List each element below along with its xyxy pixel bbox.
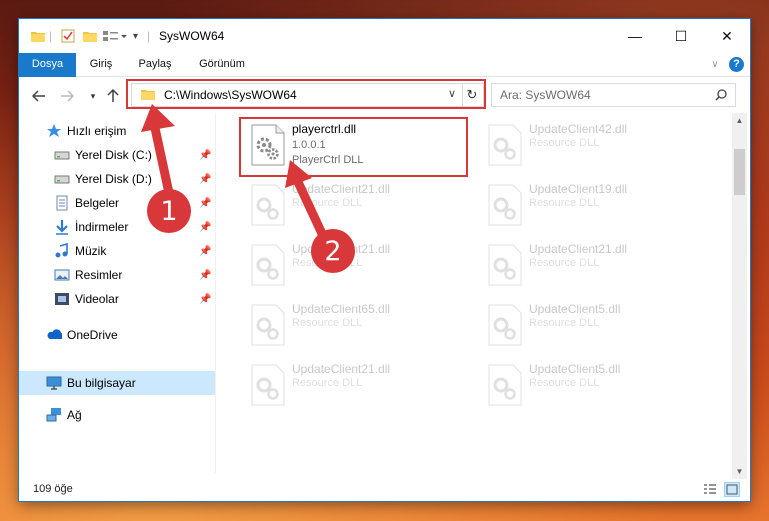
arrow-step-1-head [141, 104, 175, 132]
step-1-badge: 1 [147, 189, 191, 233]
step-2-badge: 2 [311, 229, 355, 273]
arrow-step-2 [293, 177, 329, 243]
annotation-arrows [141, 104, 329, 243]
arrow-step-1 [150, 123, 174, 198]
